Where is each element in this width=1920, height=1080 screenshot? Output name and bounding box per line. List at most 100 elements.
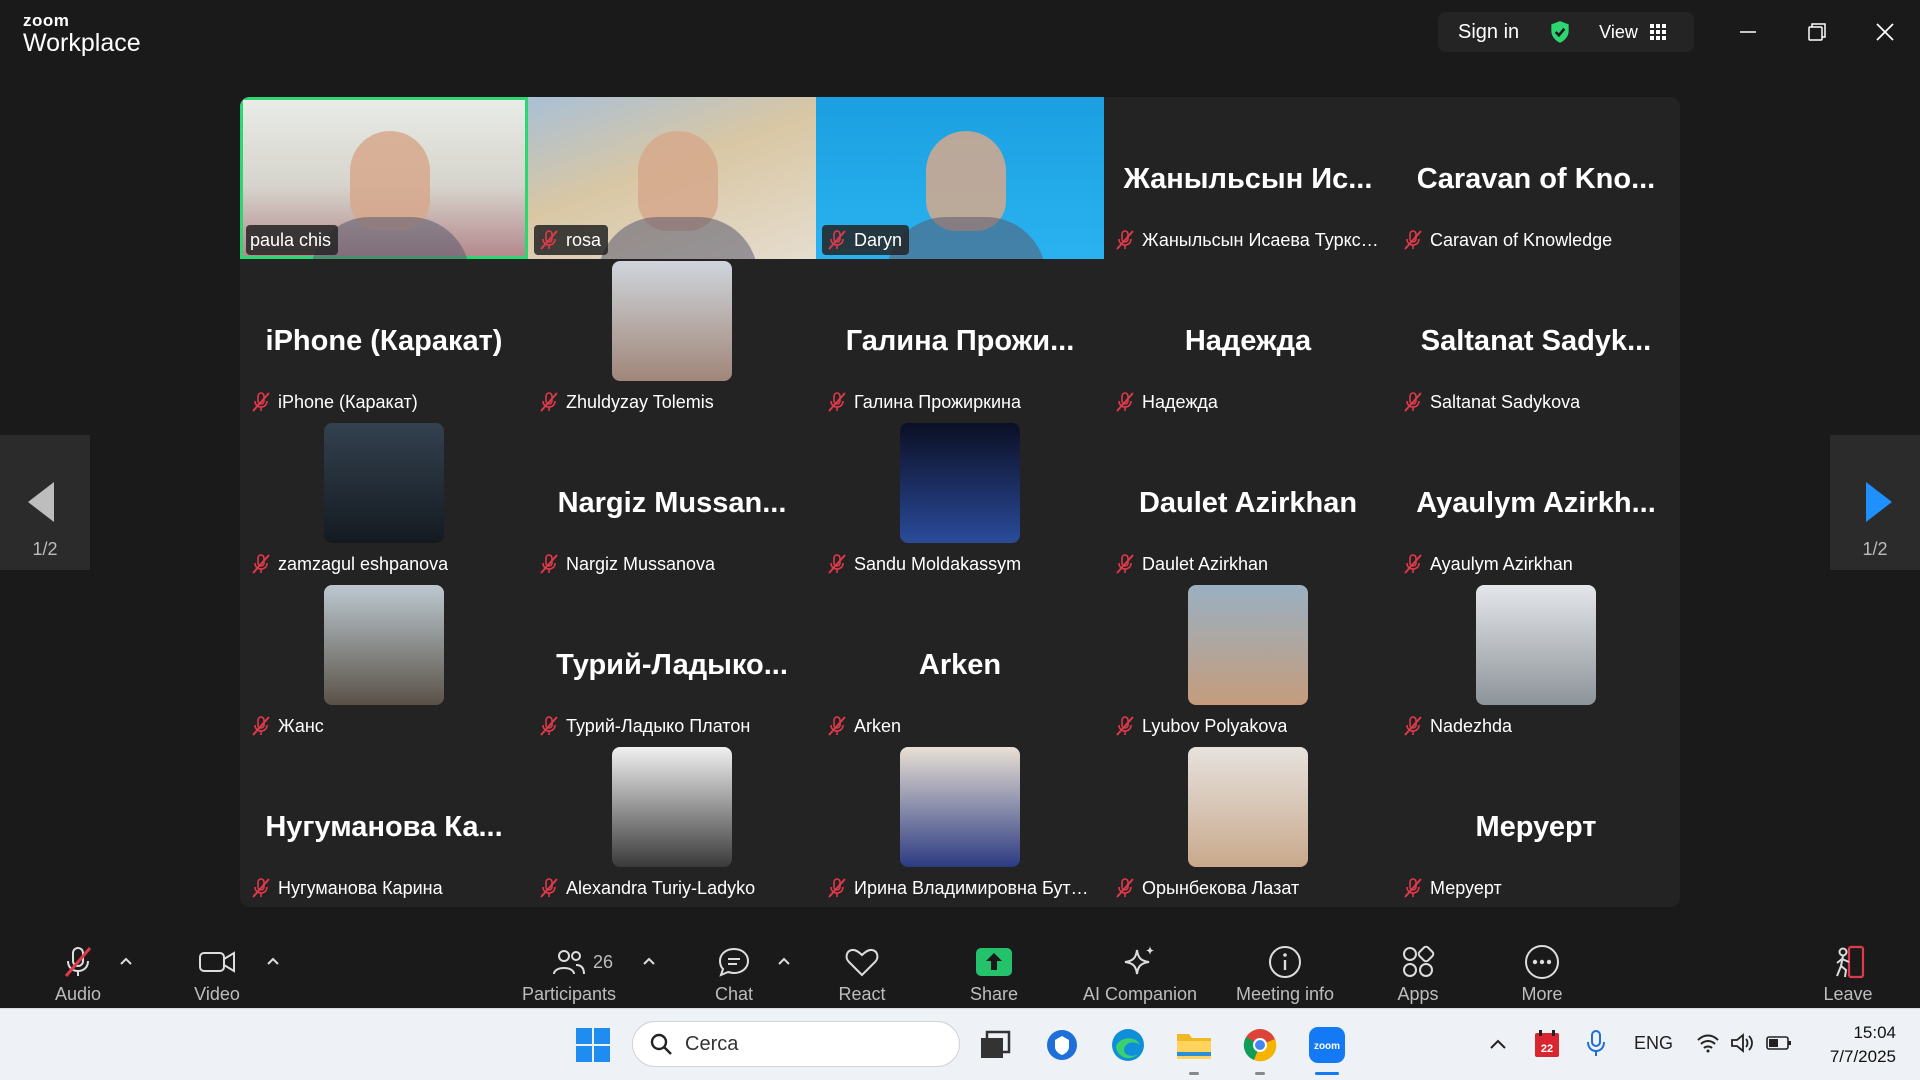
restore-icon[interactable] <box>1799 14 1835 50</box>
task-view-icon[interactable] <box>973 1023 1017 1067</box>
input-language[interactable]: ENG <box>1634 1033 1673 1054</box>
video-options-chevron-up-icon[interactable] <box>264 952 282 970</box>
chat-label: Chat <box>714 984 754 1004</box>
participant-name: Zhuldyzay Tolemis <box>566 391 714 412</box>
participant-tile[interactable]: Орынбекова Лазат <box>1104 745 1392 907</box>
mic-muted-icon <box>1116 230 1134 250</box>
participant-display-name: Arken <box>918 649 1002 681</box>
participant-tile[interactable]: Arken Arken <box>816 583 1104 745</box>
share-button[interactable]: Share <box>962 942 1026 1008</box>
leave-door-icon <box>1836 945 1865 979</box>
participant-tile[interactable]: Saltanat Sadyk... Saltanat Sadykova <box>1392 259 1680 421</box>
participant-avatar <box>324 585 444 705</box>
participant-tile[interactable]: Надежда Надежда <box>1104 259 1392 421</box>
video-label: Video <box>194 984 240 1004</box>
edge-browser-icon[interactable] <box>1106 1023 1150 1067</box>
participants-options-chevron-up-icon[interactable] <box>640 952 658 970</box>
participant-body-silhouette <box>598 217 758 259</box>
file-explorer-icon[interactable] <box>1172 1023 1216 1075</box>
participant-tile[interactable]: Меруерт Меруерт <box>1392 745 1680 907</box>
audio-options-chevron-up-icon[interactable] <box>117 952 135 970</box>
search-icon <box>650 1033 672 1055</box>
participant-tile[interactable]: zamzagul eshpanova <box>240 421 528 583</box>
volume-icon[interactable] <box>1730 1033 1754 1053</box>
participant-tile[interactable]: Daryn <box>816 97 1104 259</box>
participant-tile[interactable]: Ayaulym Azirkh... Ayaulym Azirkhan <box>1392 421 1680 583</box>
audio-button[interactable]: Audio <box>46 942 110 1008</box>
ai-companion-button[interactable]: AI Companion <box>1080 942 1200 1008</box>
participant-name-tag: Орынбекова Лазат <box>1110 873 1307 903</box>
mic-muted-icon <box>1116 392 1134 412</box>
calendar-app-icon[interactable]: 22 <box>1533 1029 1561 1059</box>
more-button[interactable]: More <box>1510 942 1574 1008</box>
participant-name-tag: Daryn <box>822 225 910 255</box>
video-button[interactable]: Video <box>185 942 249 1008</box>
participant-tile[interactable]: Ирина Владимировна Буто... <box>816 745 1104 907</box>
participants-label: Participants <box>521 984 617 1004</box>
participant-tile[interactable]: Sandu Moldakassym <box>816 421 1104 583</box>
battery-icon[interactable] <box>1766 1035 1792 1051</box>
system-clock[interactable]: 15:04 7/7/2025 <box>1830 1021 1896 1069</box>
search-placeholder: Cerca <box>685 1032 739 1055</box>
participant-name: Ayaulym Azirkhan <box>1430 553 1573 574</box>
participant-tile[interactable]: Alexandra Turiy-Ladyko <box>528 745 816 907</box>
participant-name: Caravan of Knowledge <box>1430 229 1613 250</box>
participant-display-name: iPhone (Каракат) <box>265 325 503 357</box>
participant-tile[interactable]: Daulet Azirkhan Daulet Azirkhan <box>1104 421 1392 583</box>
participant-tile[interactable]: Caravan of Kno... Caravan of Knowledge <box>1392 97 1680 259</box>
participant-tile[interactable]: rosa <box>528 97 816 259</box>
windows-start-icon[interactable] <box>571 1023 615 1067</box>
close-icon[interactable] <box>1867 14 1903 50</box>
leave-button[interactable]: Leave <box>1816 942 1880 1008</box>
meeting-info-label: Meeting info <box>1235 984 1335 1004</box>
participant-tile[interactable]: Nadezhda <box>1392 583 1680 745</box>
participant-avatar <box>1188 585 1308 705</box>
minimize-icon[interactable] <box>1730 14 1766 50</box>
meeting-info-button[interactable]: Meeting info <box>1230 942 1340 1008</box>
mic-muted-icon <box>1404 392 1422 412</box>
participant-display-name: Турий-Ладыко... <box>556 649 788 681</box>
participant-name: Daryn <box>854 229 903 250</box>
mic-muted-icon <box>1116 554 1134 574</box>
mic-muted-icon <box>540 878 558 898</box>
mic-muted-icon <box>828 392 846 412</box>
zoom-taskbar-icon[interactable]: zoom <box>1305 1023 1349 1075</box>
previous-page-button[interactable]: 1/2 <box>0 435 90 570</box>
encryption-shield-icon[interactable] <box>1547 19 1573 45</box>
apps-button[interactable]: Apps <box>1386 942 1450 1008</box>
info-icon <box>1269 946 1301 978</box>
taskbar-search-box[interactable]: Cerca <box>632 1021 960 1067</box>
participant-tile[interactable]: Жаныльсын Ис... Жаныльсын Исаева Туркси..… <box>1104 97 1392 259</box>
participant-tile[interactable]: Zhuldyzay Tolemis <box>528 259 816 421</box>
participant-tile[interactable]: Турий-Ладыко... Турий-Ладыко Платон <box>528 583 816 745</box>
copilot-shield-icon[interactable] <box>1040 1023 1084 1067</box>
view-button[interactable]: View <box>1599 22 1666 43</box>
participant-name-tag: zamzagul eshpanova <box>246 549 456 579</box>
participant-name: Жаныльсын Исаева Туркси... <box>1142 229 1379 250</box>
participant-avatar <box>900 747 1020 867</box>
chat-button[interactable]: Chat <box>704 942 764 1008</box>
chat-options-chevron-up-icon[interactable] <box>775 952 793 970</box>
participant-name-tag: rosa <box>534 225 609 255</box>
share-screen-icon <box>976 948 1012 976</box>
participant-tile[interactable]: Нугуманова Ка... Нугуманова Карина <box>240 745 528 907</box>
chrome-browser-icon[interactable] <box>1238 1023 1282 1075</box>
participant-tile[interactable]: Жанс <box>240 583 528 745</box>
react-button[interactable]: React <box>830 942 894 1008</box>
microphone-tray-icon[interactable] <box>1585 1029 1607 1059</box>
next-page-button[interactable]: 1/2 <box>1830 435 1920 570</box>
more-label: More <box>1521 984 1563 1004</box>
participant-tile[interactable]: Nargiz Mussan... Nargiz Mussanova <box>528 421 816 583</box>
participant-tile[interactable]: Галина Прожи... Галина Прожиркина <box>816 259 1104 421</box>
participant-tile[interactable]: iPhone (Каракат) iPhone (Каракат) <box>240 259 528 421</box>
participant-tile[interactable]: Lyubov Polyakova <box>1104 583 1392 745</box>
sign-in-link[interactable]: Sign in <box>1458 21 1519 44</box>
participant-name-tag: Zhuldyzay Tolemis <box>534 387 721 417</box>
tray-chevron-up-icon[interactable] <box>1489 1037 1507 1051</box>
wifi-icon[interactable] <box>1696 1033 1720 1053</box>
participant-display-name: Надежда <box>1184 325 1312 357</box>
participant-display-name: Nargiz Mussan... <box>557 487 787 519</box>
participants-icon <box>553 950 585 975</box>
clock-date: 7/7/2025 <box>1829 1047 1896 1066</box>
participant-tile[interactable]: paula chis <box>240 97 528 259</box>
